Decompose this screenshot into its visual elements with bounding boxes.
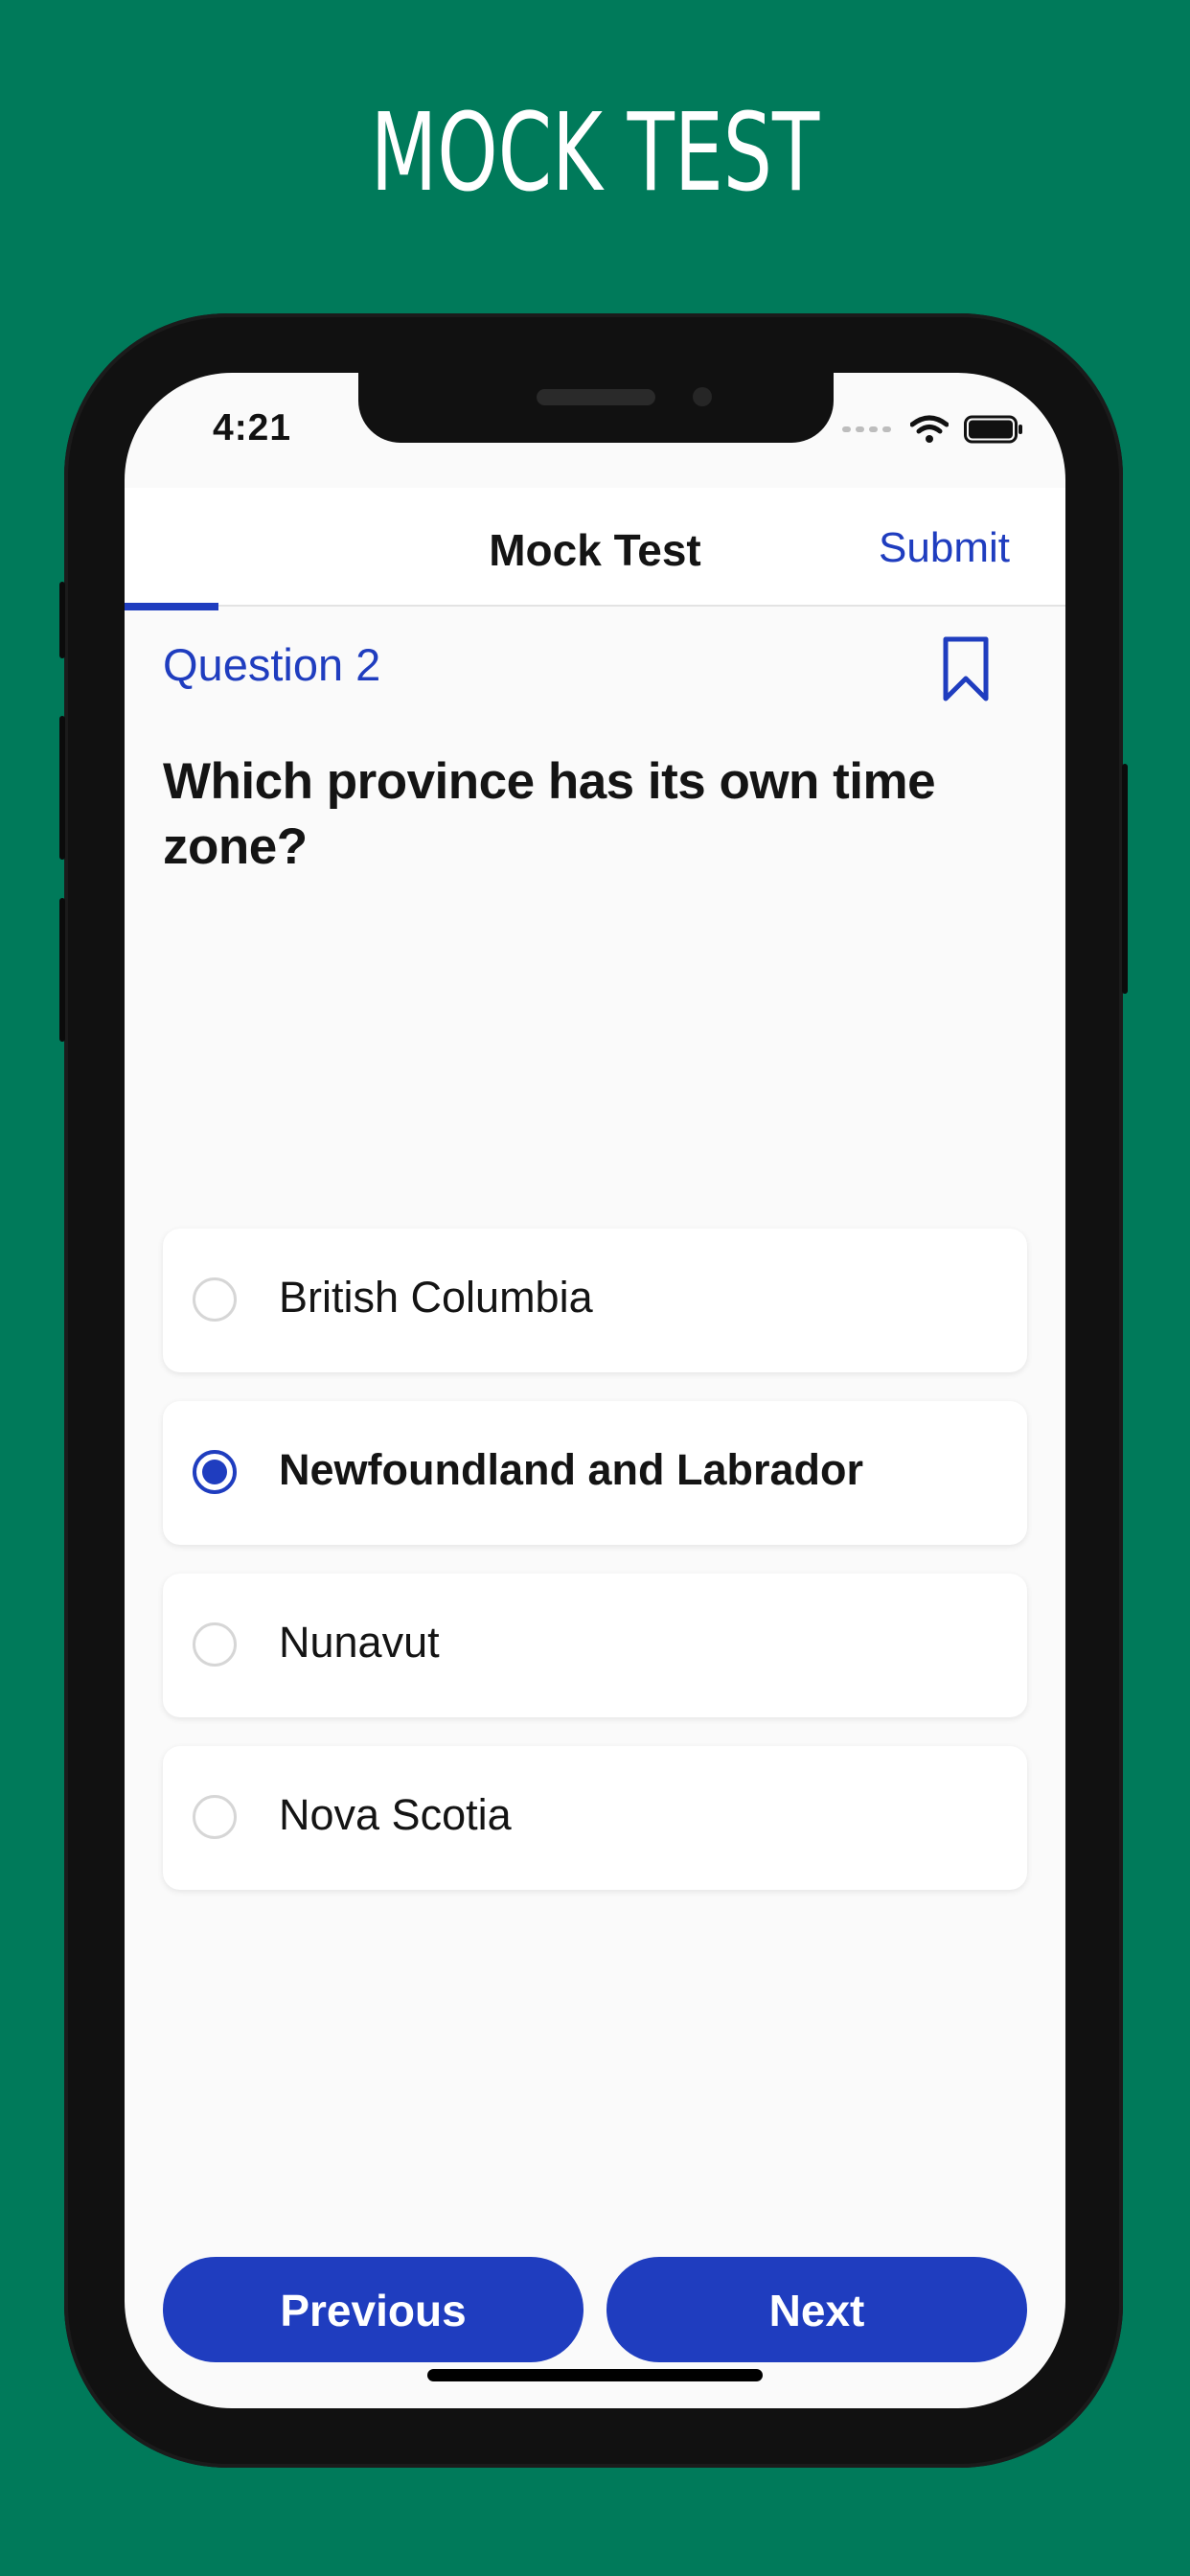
radio-button[interactable]	[193, 1277, 237, 1322]
submit-button[interactable]: Submit	[879, 524, 1010, 572]
option-card-3[interactable]: Nova Scotia	[163, 1746, 1027, 1890]
question-text: Which province has its own time zone?	[163, 753, 936, 875]
option-label: British Columbia	[279, 1273, 593, 1322]
radio-button[interactable]	[193, 1795, 237, 1839]
notch	[358, 373, 834, 443]
option-card-1[interactable]: Newfoundland and Labrador	[163, 1401, 1027, 1545]
radio-button-selected[interactable]	[193, 1450, 237, 1494]
power-button	[1122, 764, 1128, 994]
bookmark-icon[interactable]	[942, 635, 990, 702]
home-indicator[interactable]	[427, 2369, 763, 2381]
question-number: Question 2	[163, 639, 381, 690]
signal-icon	[842, 426, 891, 432]
option-card-0[interactable]: British Columbia	[163, 1229, 1027, 1372]
radio-button[interactable]	[193, 1622, 237, 1667]
battery-icon	[964, 415, 1022, 444]
volume-up-button	[59, 716, 65, 860]
next-button[interactable]: Next	[606, 2257, 1027, 2362]
previous-button[interactable]: Previous	[163, 2257, 584, 2362]
phone-frame: 4:21 Mock Test Submit Question 2 Which p…	[59, 313, 1128, 2468]
status-time: 4:21	[213, 407, 292, 448]
option-card-2[interactable]: Nunavut	[163, 1574, 1027, 1717]
promo-title: MOCK TEST	[370, 91, 820, 216]
navigation-bar: Mock Test Submit	[125, 488, 1065, 610]
progress-bar	[125, 603, 218, 610]
speaker-grille	[537, 389, 655, 405]
option-label: Newfoundland and Labrador	[279, 1445, 864, 1494]
option-label: Nunavut	[279, 1618, 440, 1667]
option-label: Nova Scotia	[279, 1790, 512, 1839]
front-camera	[693, 387, 712, 406]
status-icons	[842, 415, 1023, 444]
app-screen: 4:21 Mock Test Submit Question 2 Which p…	[125, 373, 1065, 2408]
volume-down-button	[59, 898, 65, 1042]
side-button	[59, 582, 65, 658]
wifi-icon	[910, 415, 949, 443]
